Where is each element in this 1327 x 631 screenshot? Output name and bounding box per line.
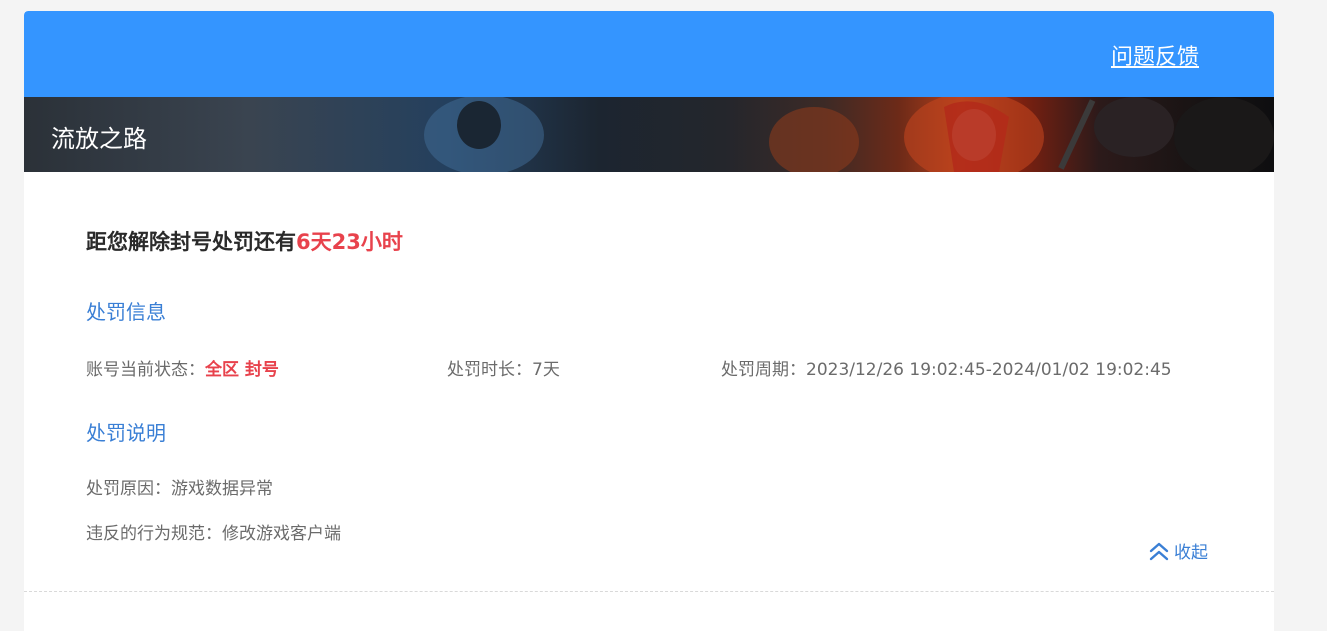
penalty-info-row: 账号当前状态：全区 封号 处罚时长：7天 处罚周期：2023/12/26 19:…: [86, 355, 1216, 380]
violation-value: 修改游戏客户端: [222, 524, 341, 544]
reason-label: 处罚原因：: [86, 479, 171, 499]
double-chevron-up-icon: [1149, 542, 1169, 560]
divider: [24, 591, 1274, 592]
reason-value: 游戏数据异常: [171, 479, 273, 499]
banner-artwork: [424, 97, 1274, 172]
status-label: 账号当前状态：: [86, 360, 205, 380]
period-value: 2023/12/26 19:02:45-2024/01/02 19:02:45: [806, 360, 1172, 380]
penalty-reason: 处罚原因：游戏数据异常: [86, 474, 273, 499]
status-value: 全区 封号: [205, 360, 279, 380]
account-status: 账号当前状态：全区 封号: [86, 355, 279, 380]
countdown-remaining: 6天23小时: [296, 230, 403, 254]
collapse-label: 收起: [1174, 543, 1208, 563]
countdown-prefix: 距您解除封号处罚还有: [86, 230, 296, 254]
game-title: 流放之路: [51, 125, 147, 153]
penalty-card: 问题反馈 流放之路 距您解除封号处罚还有6天23小时 处罚信息 账号当前状态：全…: [24, 11, 1274, 631]
collapse-button[interactable]: 收起: [1148, 538, 1208, 563]
duration-label: 处罚时长：: [447, 360, 532, 380]
top-bar: 问题反馈: [24, 11, 1274, 97]
ban-countdown: 距您解除封号处罚还有6天23小时: [86, 226, 403, 256]
period-label: 处罚周期：: [721, 360, 806, 380]
penalty-info-title: 处罚信息: [86, 300, 166, 324]
violation-label: 违反的行为规范：: [86, 524, 222, 544]
violated-rule: 违反的行为规范：修改游戏客户端: [86, 519, 341, 544]
penalty-duration: 处罚时长：7天: [447, 355, 560, 380]
game-banner: 流放之路: [24, 97, 1274, 172]
penalty-desc-title: 处罚说明: [86, 421, 166, 445]
duration-value: 7天: [532, 360, 560, 380]
feedback-link[interactable]: 问题反馈: [1111, 39, 1199, 71]
penalty-period: 处罚周期：2023/12/26 19:02:45-2024/01/02 19:0…: [721, 355, 1172, 380]
